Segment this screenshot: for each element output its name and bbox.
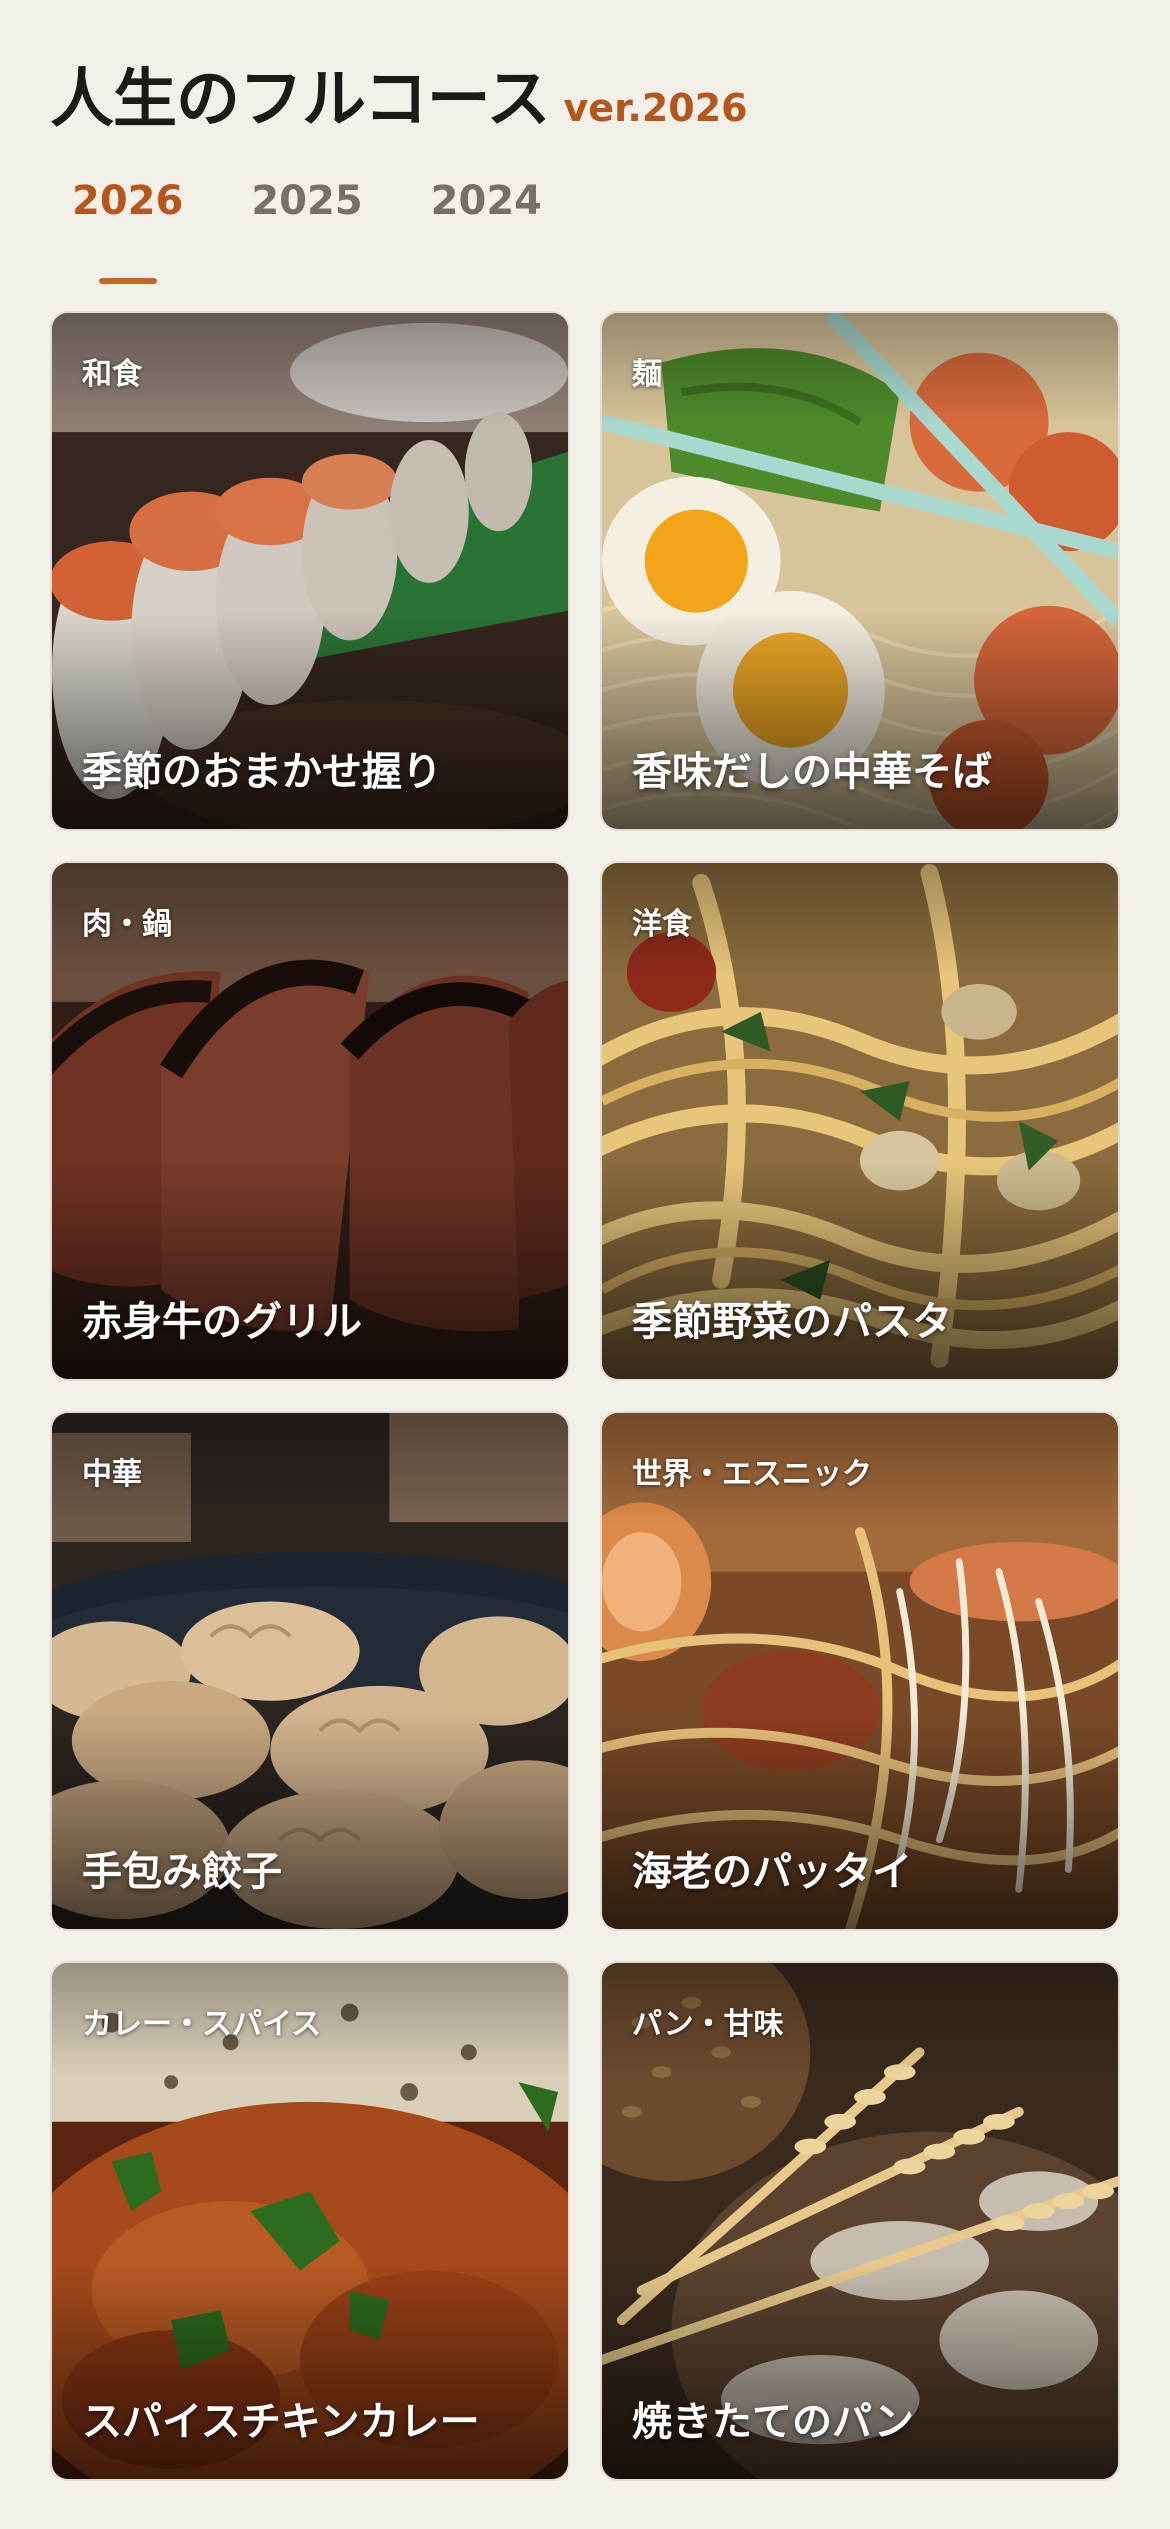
tab-2025[interactable]: 2025 [251,178,362,224]
course-card-washoku[interactable]: 和食 季節のおまかせ握り [50,311,570,831]
course-grid: 和食 季節のおまかせ握り 麺 香味だしの中華そば 肉・鍋 赤身牛のグリル 洋食 … [50,311,1120,2481]
course-card-men[interactable]: 麺 香味だしの中華そば [600,311,1120,831]
card-category: 洋食 [632,907,692,942]
card-dish-name: 香味だしの中華そば [632,749,992,795]
course-card-chuka[interactable]: 中華 手包み餃子 [50,1411,570,1931]
card-dish-name: 赤身牛のグリル [82,1299,362,1345]
card-category: パン・甘味 [632,2007,784,2042]
page-title: 人生のフルコース [50,63,551,137]
card-category: 世界・エスニック [632,1457,872,1492]
card-category: 中華 [82,1457,142,1492]
course-card-bread[interactable]: パン・甘味 焼きたてのパン [600,1961,1120,2481]
course-card-ethnic[interactable]: 世界・エスニック 海老のパッタイ [600,1411,1120,1931]
card-category: 和食 [82,357,142,392]
version-label: ver.2026 [563,86,748,130]
course-card-yoshoku[interactable]: 洋食 季節野菜のパスタ [600,861,1120,1381]
year-tabs: 2026 2025 2024 [72,178,542,224]
card-dish-name: 海老のパッタイ [632,1849,912,1895]
card-dish-name: 手包み餃子 [82,1849,282,1895]
course-card-curry[interactable]: カレー・スパイス スパイスチキンカレー [50,1961,570,2481]
card-category: カレー・スパイス [82,2007,322,2042]
card-dish-name: スパイスチキンカレー [82,2399,480,2445]
tab-2026[interactable]: 2026 [72,178,183,224]
card-dish-name: 季節のおまかせ握り [82,749,442,795]
tab-2024[interactable]: 2024 [431,178,542,224]
course-card-niku[interactable]: 肉・鍋 赤身牛のグリル [50,861,570,1381]
card-category: 肉・鍋 [82,907,172,942]
card-dish-name: 季節野菜のパスタ [632,1299,952,1345]
page-header: 人生のフルコース ver.2026 [50,48,748,140]
card-category: 麺 [632,357,662,392]
card-dish-name: 焼きたてのパン [632,2399,914,2445]
